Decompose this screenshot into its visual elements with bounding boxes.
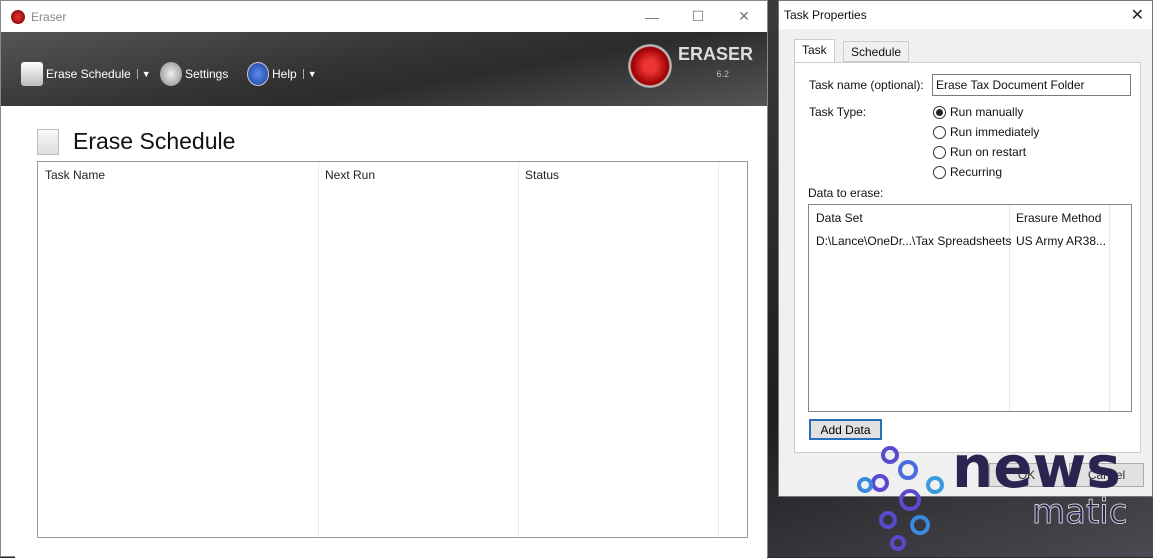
header-data-set[interactable]: Data Set (816, 211, 863, 225)
close-button[interactable]: ✕ (721, 1, 767, 32)
eraser-window: Eraser — ☐ ✕ Erase Schedule ▼ Settings H… (0, 0, 768, 558)
newsmatic-watermark: news matic (857, 433, 1128, 551)
schedule-icon (21, 62, 43, 86)
radio-run-manually[interactable]: Run manually (933, 105, 1023, 119)
settings-label: Settings (185, 67, 229, 81)
radio-recurring[interactable]: Recurring (933, 165, 1002, 179)
page-title: Erase Schedule (73, 128, 236, 154)
close-icon[interactable]: ✕ (1131, 5, 1144, 25)
radio-label: Run manually (950, 105, 1024, 119)
task-tab-panel: Task name (optional): Erase Tax Document… (794, 62, 1141, 453)
logo-version: 6.2 (716, 69, 729, 79)
chevron-down-icon[interactable]: ▼ (136, 69, 151, 79)
radio-icon (933, 165, 946, 179)
chevron-down-icon[interactable]: ▼ (302, 69, 317, 79)
watermark-news: news (952, 433, 1121, 501)
schedule-icon (37, 128, 59, 155)
help-label: Help (272, 67, 297, 81)
header-status[interactable]: Status (525, 168, 559, 182)
help-icon (247, 62, 269, 86)
tab-schedule[interactable]: Schedule (843, 41, 910, 62)
radio-label: Run on restart (950, 145, 1027, 159)
column-task-name: Task Name (38, 162, 319, 537)
logo-name: ERASER (677, 44, 753, 64)
eraser-logo: ERASER 6.2 (627, 44, 753, 88)
erasure-method-cell[interactable]: US Army AR38... (1016, 234, 1106, 248)
header-erasure-method[interactable]: Erasure Method (1016, 211, 1101, 225)
minimize-button[interactable]: — (629, 1, 675, 32)
task-properties-dialog: Task Properties ✕ Task Schedule Task nam… (778, 0, 1153, 497)
radio-icon (933, 145, 946, 159)
radio-label: Recurring (950, 165, 1003, 179)
dialog-title: Task Properties (784, 8, 867, 22)
column-status: Status (519, 162, 719, 537)
radio-label: Run immediately (950, 125, 1040, 139)
data-list[interactable]: Data Set Erasure Method D:\Lance\OneDr..… (808, 204, 1132, 412)
gear-icon (160, 62, 182, 86)
radiation-logo-icon (627, 44, 672, 88)
watermark-matic: matic (1032, 492, 1127, 532)
toolbar: Erase Schedule ▼ Settings Help ▼ ERASER 6… (1, 32, 767, 106)
header-next-run[interactable]: Next Run (325, 168, 375, 182)
header-task-name[interactable]: Task Name (45, 168, 105, 182)
window-title: Eraser (31, 9, 67, 24)
radio-run-on-restart[interactable]: Run on restart (933, 145, 1026, 159)
data-set-cell[interactable]: D:\Lance\OneDr...\Tax Spreadsheets (816, 234, 1011, 248)
task-name-input[interactable]: Erase Tax Document Folder (932, 74, 1131, 96)
radio-selected-icon (933, 105, 946, 119)
app-icon (11, 9, 25, 24)
task-name-label: Task name (optional): (809, 78, 924, 92)
content-panel: Erase Schedule Task Name Next Run Status (15, 106, 767, 558)
settings-button[interactable]: Settings (160, 62, 228, 86)
task-type-label: Task Type: (809, 105, 867, 119)
help-button[interactable]: Help ▼ (247, 62, 317, 86)
radio-run-immediately[interactable]: Run immediately (933, 125, 1039, 139)
data-to-erase-label: Data to erase: (808, 186, 884, 200)
column-next-run: Next Run (319, 162, 519, 537)
erase-schedule-label: Erase Schedule (46, 67, 131, 81)
radio-icon (933, 125, 946, 139)
task-table[interactable]: Task Name Next Run Status (37, 161, 748, 538)
erase-schedule-button[interactable]: Erase Schedule ▼ (21, 62, 151, 86)
tab-task[interactable]: Task (794, 39, 835, 63)
maximize-button[interactable]: ☐ (675, 1, 721, 32)
hexagon-logo-icon (857, 446, 944, 551)
